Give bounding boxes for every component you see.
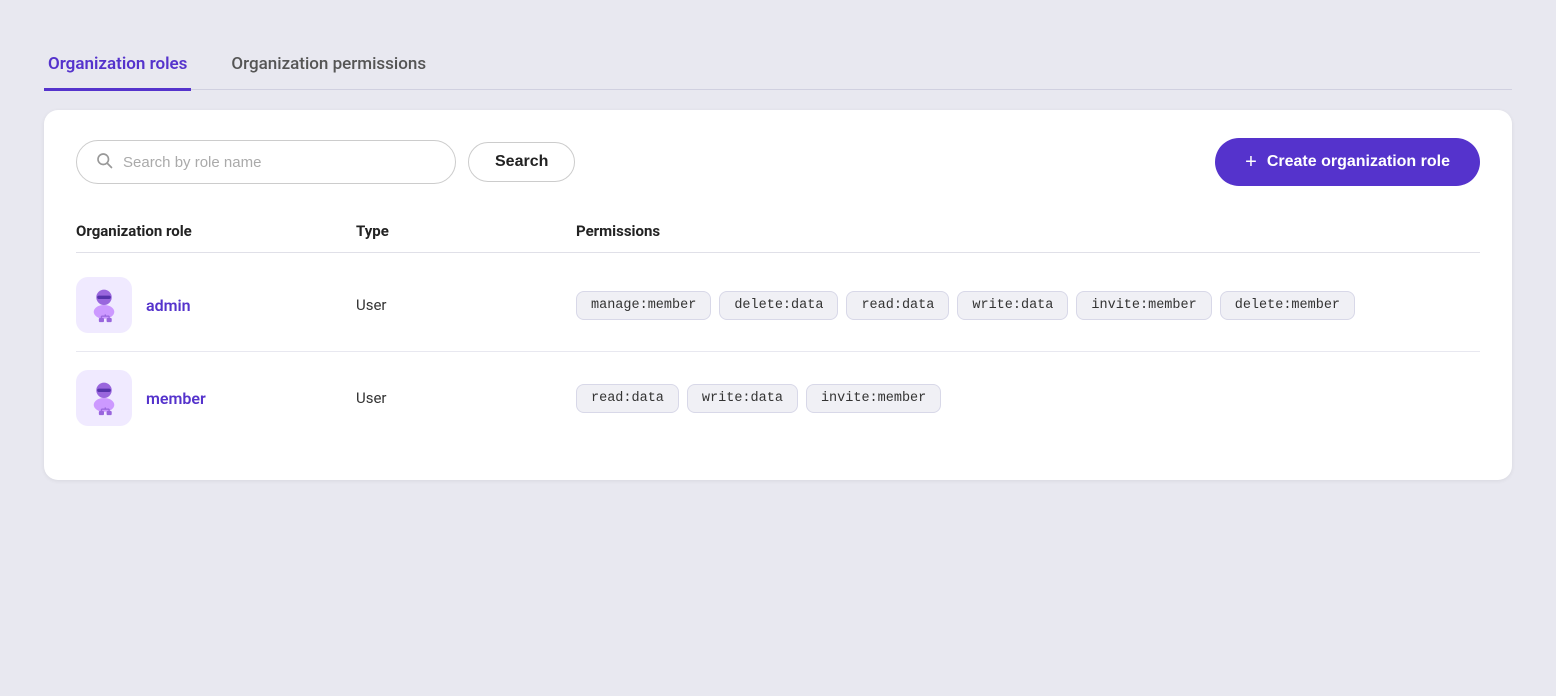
search-input[interactable] xyxy=(123,154,437,171)
role-cell-admin: admin xyxy=(76,277,356,333)
permissions-cell-member: read:data write:data invite:member xyxy=(576,384,1480,413)
avatar-admin xyxy=(76,277,132,333)
tab-org-permissions[interactable]: Organization permissions xyxy=(227,42,430,91)
search-button[interactable]: Search xyxy=(468,142,575,182)
toolbar: Search + Create organization role xyxy=(76,138,1480,186)
perm-badge: delete:data xyxy=(719,291,838,320)
perm-badge: write:data xyxy=(957,291,1068,320)
search-input-wrapper xyxy=(76,140,456,184)
type-cell-member: User xyxy=(356,389,576,407)
perm-badge: delete:member xyxy=(1220,291,1355,320)
table-row: member User read:data write:data invite:… xyxy=(76,352,1480,444)
table-row: admin User manage:member delete:data rea… xyxy=(76,259,1480,352)
perm-badge: manage:member xyxy=(576,291,711,320)
avatar-member xyxy=(76,370,132,426)
create-plus-icon: + xyxy=(1245,152,1257,172)
create-org-role-button[interactable]: + Create organization role xyxy=(1215,138,1480,186)
role-name-admin[interactable]: admin xyxy=(146,296,191,315)
permissions-cell-admin: manage:member delete:data read:data writ… xyxy=(576,291,1480,320)
perm-badge: invite:member xyxy=(1076,291,1211,320)
tab-org-roles[interactable]: Organization roles xyxy=(44,42,191,91)
search-icon xyxy=(95,151,113,173)
tabs-bar: Organization roles Organization permissi… xyxy=(44,40,1512,90)
perm-badge: read:data xyxy=(576,384,679,413)
perm-badge: read:data xyxy=(846,291,949,320)
create-button-label: Create organization role xyxy=(1267,153,1450,171)
main-card: Search + Create organization role Organi… xyxy=(44,110,1512,480)
role-cell-member: member xyxy=(76,370,356,426)
col-org-role: Organization role xyxy=(76,222,356,240)
col-permissions: Permissions xyxy=(576,222,1480,240)
type-cell-admin: User xyxy=(356,296,576,314)
perm-badge: invite:member xyxy=(806,384,941,413)
table-header: Organization role Type Permissions xyxy=(76,214,1480,253)
col-type: Type xyxy=(356,222,576,240)
role-name-member[interactable]: member xyxy=(146,389,206,408)
perm-badge: write:data xyxy=(687,384,798,413)
page-container: Organization roles Organization permissi… xyxy=(20,20,1536,676)
